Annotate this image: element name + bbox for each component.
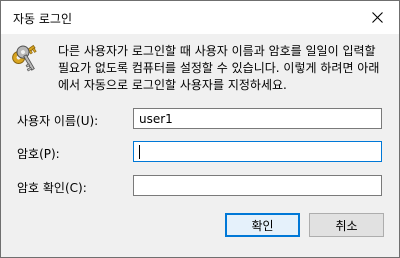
text-caret xyxy=(139,145,140,159)
confirm-password-input[interactable] xyxy=(133,175,382,196)
username-input[interactable] xyxy=(133,108,382,129)
description-text: 다른 사용자가 로그인할 때 사용자 이름과 암호를 일일이 입력할 필요가 없… xyxy=(58,44,380,92)
auto-login-dialog: 자동 로그인 다른 사용자가 로그인할 때 사용자 이름과 암호를 일일이 입력… xyxy=(0,0,400,258)
password-input[interactable] xyxy=(133,141,382,162)
cancel-button[interactable]: 취소 xyxy=(309,213,384,237)
close-icon xyxy=(371,12,383,23)
confirm-password-label: 암호 확인(C): xyxy=(17,181,87,195)
close-button[interactable] xyxy=(355,1,399,34)
cancel-button-label: 취소 xyxy=(335,218,358,233)
window-title: 자동 로그인 xyxy=(13,12,73,26)
dialog-body: 다른 사용자가 로그인할 때 사용자 이름과 암호를 일일이 입력할 필요가 없… xyxy=(1,34,399,257)
password-label: 암호(P): xyxy=(17,147,60,161)
title-bar: 자동 로그인 xyxy=(1,1,399,34)
ok-button-label: 확인 xyxy=(251,218,274,233)
ok-button[interactable]: 확인 xyxy=(225,213,300,237)
keys-icon xyxy=(12,44,37,72)
username-label: 사용자 이름(U): xyxy=(17,114,99,128)
